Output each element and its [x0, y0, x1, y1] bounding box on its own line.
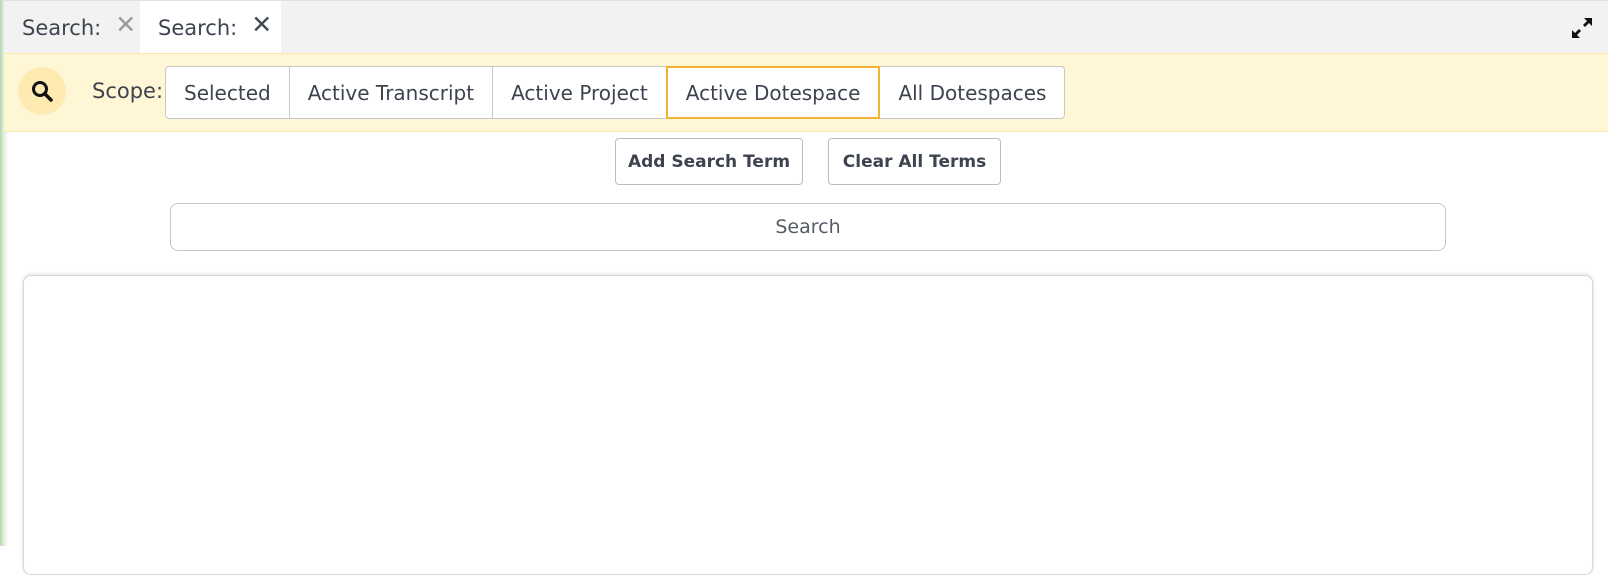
tab-bar: Search: ✕ Search: ✕ — [4, 0, 1608, 54]
scope-label: Scope: — [92, 79, 164, 103]
scope-bar: Scope: Selected Active Transcript Active… — [4, 53, 1608, 132]
add-search-term-button[interactable]: Add Search Term — [615, 138, 803, 185]
scope-option-active-project[interactable]: Active Project — [492, 66, 667, 119]
scope-option-selected[interactable]: Selected — [165, 66, 290, 119]
scope-options: Selected Active Transcript Active Projec… — [165, 66, 1066, 119]
search-input[interactable] — [170, 203, 1446, 251]
results-panel — [23, 275, 1593, 575]
scope-option-all-dotespaces[interactable]: All Dotespaces — [879, 66, 1066, 119]
close-icon[interactable]: ✕ — [115, 12, 136, 37]
tab-search-1[interactable]: Search: ✕ — [4, 1, 140, 54]
search-icon — [32, 81, 53, 102]
tab-search-2[interactable]: Search: ✕ — [140, 1, 281, 54]
tab-label: Search: — [22, 15, 102, 40]
expand-arrows-icon[interactable] — [1570, 16, 1594, 40]
clear-all-terms-button[interactable]: Clear All Terms — [828, 138, 1001, 185]
tab-label: Search: — [158, 15, 238, 40]
search-button[interactable] — [18, 67, 66, 115]
close-icon[interactable]: ✕ — [251, 12, 272, 37]
scope-option-active-transcript[interactable]: Active Transcript — [288, 66, 494, 119]
scope-option-active-dotespace[interactable]: Active Dotespace — [665, 66, 881, 119]
search-app: Search: ✕ Search: ✕ Scope: Selected Acti… — [0, 0, 1608, 575]
